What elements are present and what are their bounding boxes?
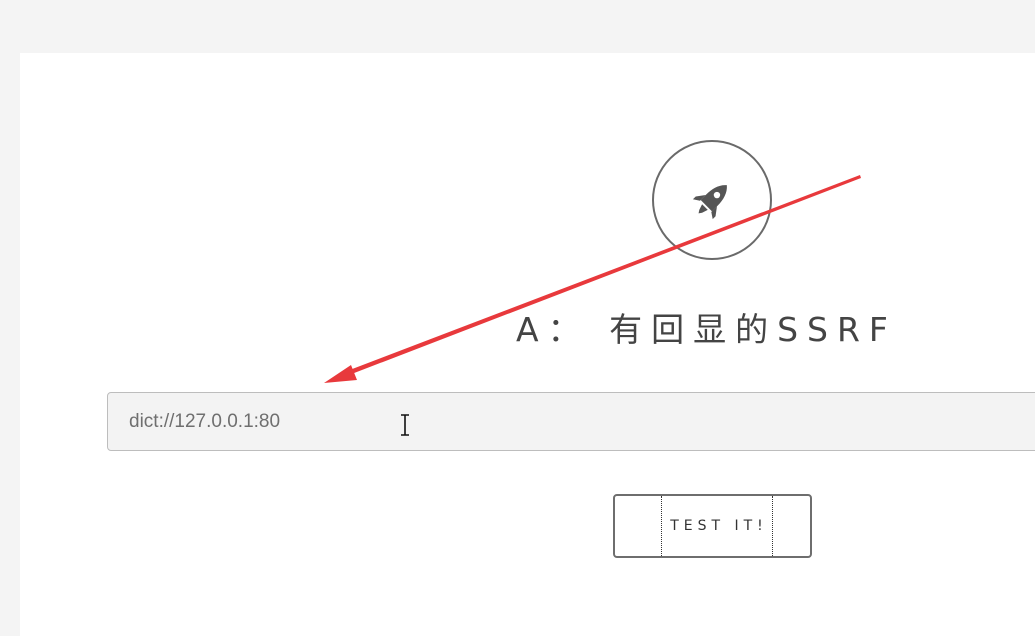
url-input[interactable] [107,392,1035,451]
button-focus-ring: TEST IT! [661,496,773,556]
text-cursor-icon [401,414,409,436]
test-it-label: TEST IT! [670,518,768,534]
test-it-button[interactable]: TEST IT! [613,494,812,558]
rocket-icon [692,185,727,220]
rocket-badge [652,140,772,260]
page-title: A： 有回显的SSRF [516,310,897,349]
